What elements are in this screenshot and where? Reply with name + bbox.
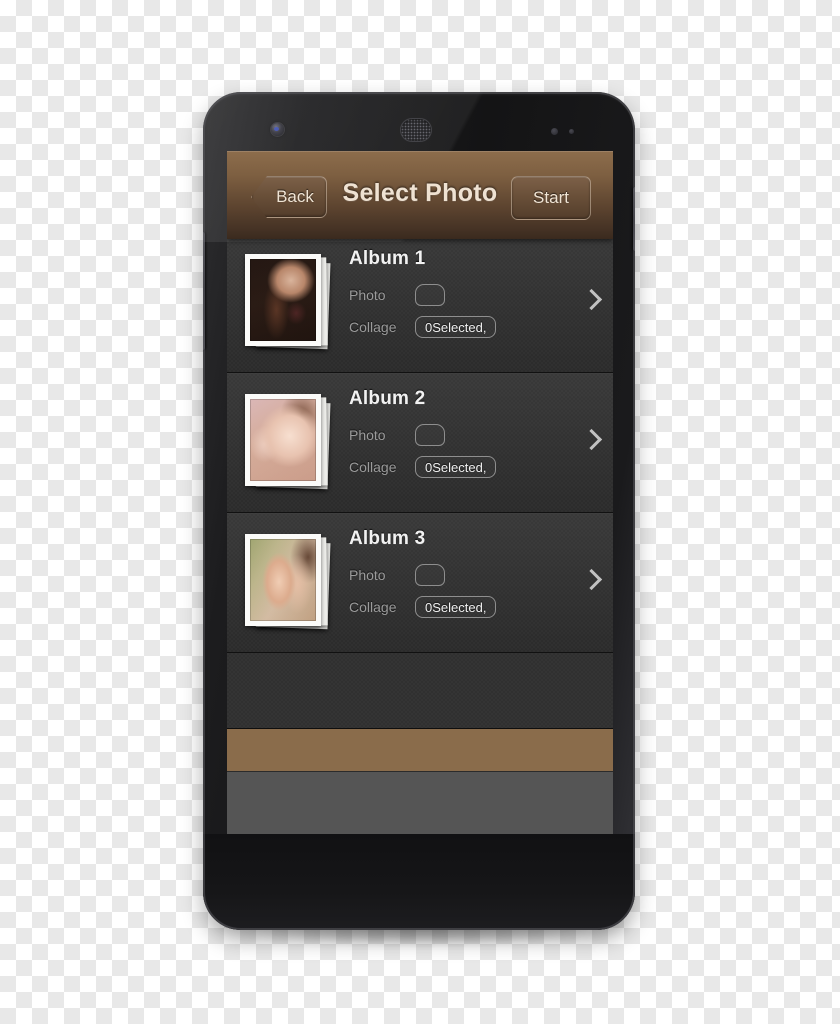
album-collage-line: Collage 0Selected, <box>349 594 565 620</box>
bottom-banner-bar <box>227 728 613 772</box>
phone-bottom-bezel <box>203 834 635 930</box>
album-collage-line: Collage 0Selected, <box>349 454 565 480</box>
album-photo-badge[interactable] <box>415 424 445 446</box>
album-title: Album 1 <box>349 248 426 269</box>
album-collage-line: Collage 0Selected, <box>349 314 565 340</box>
bottom-panel <box>227 772 613 834</box>
album-photo-line: Photo <box>349 282 565 308</box>
album-photo-label: Photo <box>349 287 386 303</box>
start-button[interactable]: Start <box>511 176 591 220</box>
thumbnail-card-front <box>245 534 321 626</box>
album-collage-badge[interactable]: 0Selected, <box>415 596 497 618</box>
album-thumbnail-stack <box>243 252 335 356</box>
album-row[interactable]: Album 1 Photo Collage 0Selected, <box>227 233 613 373</box>
album-photo-line: Photo <box>349 422 565 448</box>
earpiece-speaker-icon <box>401 119 431 141</box>
page-root: Collage 0Selected, <box>0 0 840 1024</box>
album-collage-label: Collage <box>349 319 397 335</box>
front-camera-icon <box>271 123 284 136</box>
album-row-body: Album 2 Photo Collage 0Selected, <box>349 388 565 486</box>
proximity-sensor-icon <box>551 128 558 135</box>
volume-rocker-button[interactable] <box>203 232 205 350</box>
album-collage-badge[interactable]: 0Selected, <box>415 316 497 338</box>
light-sensor-icon <box>569 129 574 134</box>
thumbnail-photo <box>250 259 316 341</box>
app-viewport: Collage 0Selected, <box>227 151 613 834</box>
album-row[interactable]: Album 3 Photo Collage 0Selected, <box>227 513 613 653</box>
album-row-body: Album 3 Photo Collage 0Selected, <box>349 528 565 626</box>
thumbnail-card-front <box>245 254 321 346</box>
album-thumbnail-stack <box>243 532 335 636</box>
album-title: Album 2 <box>349 388 426 409</box>
thumbnail-card-front <box>245 394 321 486</box>
album-collage-label: Collage <box>349 459 397 475</box>
chevron-right-icon[interactable] <box>580 568 603 591</box>
album-photo-badge[interactable] <box>415 564 445 586</box>
album-photo-line: Photo <box>349 562 565 588</box>
album-photo-label: Photo <box>349 427 386 443</box>
chevron-right-icon[interactable] <box>580 428 603 451</box>
thumbnail-photo <box>250 539 316 621</box>
album-title: Album 3 <box>349 528 426 549</box>
phone-screen: Collage 0Selected, <box>227 151 613 834</box>
thumbnail-photo <box>250 399 316 481</box>
app-header-bar: Back Select Photo Start <box>227 151 613 239</box>
album-photo-label: Photo <box>349 567 386 583</box>
album-collage-badge[interactable]: 0Selected, <box>415 456 497 478</box>
phone-device: Collage 0Selected, <box>203 92 635 930</box>
chevron-right-icon[interactable] <box>580 288 603 311</box>
album-row[interactable]: Album 2 Photo Collage 0Selected, <box>227 373 613 513</box>
album-collage-label: Collage <box>349 599 397 615</box>
album-row-body: Album 1 Photo Collage 0Selected, <box>349 248 565 346</box>
power-button[interactable] <box>633 187 635 251</box>
album-thumbnail-stack <box>243 392 335 496</box>
album-photo-badge[interactable] <box>415 284 445 306</box>
